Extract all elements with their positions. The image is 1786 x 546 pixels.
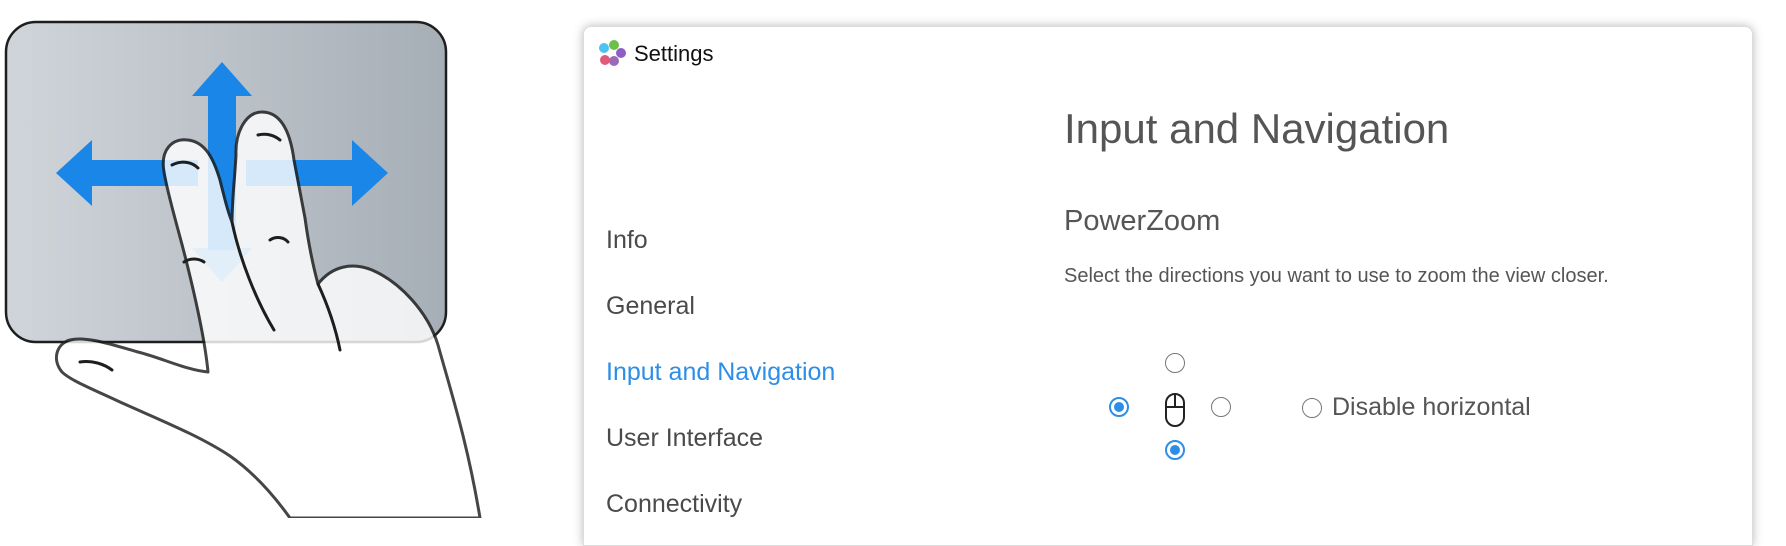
mouse-icon bbox=[1165, 393, 1185, 427]
settings-logo-icon bbox=[599, 40, 626, 66]
disable-horizontal-option[interactable]: Disable horizontal bbox=[1302, 393, 1531, 422]
sidebar-item-general[interactable]: General bbox=[606, 273, 835, 339]
sidebar-item-user-interface[interactable]: User Interface bbox=[606, 405, 835, 471]
sidebar-nav: Info General Input and Navigation User I… bbox=[606, 207, 835, 537]
direction-right-radio[interactable] bbox=[1211, 397, 1231, 417]
trackpad-gesture-illustration bbox=[4, 20, 482, 518]
page-title: Input and Navigation bbox=[1064, 105, 1450, 152]
settings-window: Settings Info General Input and Navigati… bbox=[583, 26, 1753, 546]
sidebar-item-info[interactable]: Info bbox=[606, 207, 835, 273]
disable-horizontal-radio[interactable] bbox=[1302, 397, 1322, 418]
disable-horizontal-label: Disable horizontal bbox=[1332, 393, 1531, 421]
sidebar-item-input-and-navigation[interactable]: Input and Navigation bbox=[606, 339, 835, 405]
direction-left-radio[interactable] bbox=[1109, 397, 1129, 417]
direction-up-radio[interactable] bbox=[1165, 353, 1185, 373]
sidebar-item-connectivity[interactable]: Connectivity bbox=[606, 471, 835, 537]
direction-down-radio[interactable] bbox=[1165, 440, 1185, 460]
section-description: Select the directions you want to use to… bbox=[1064, 265, 1609, 287]
section-title: PowerZoom bbox=[1064, 205, 1221, 237]
window-title: Settings bbox=[634, 41, 714, 66]
title-bar: Settings bbox=[596, 39, 714, 69]
